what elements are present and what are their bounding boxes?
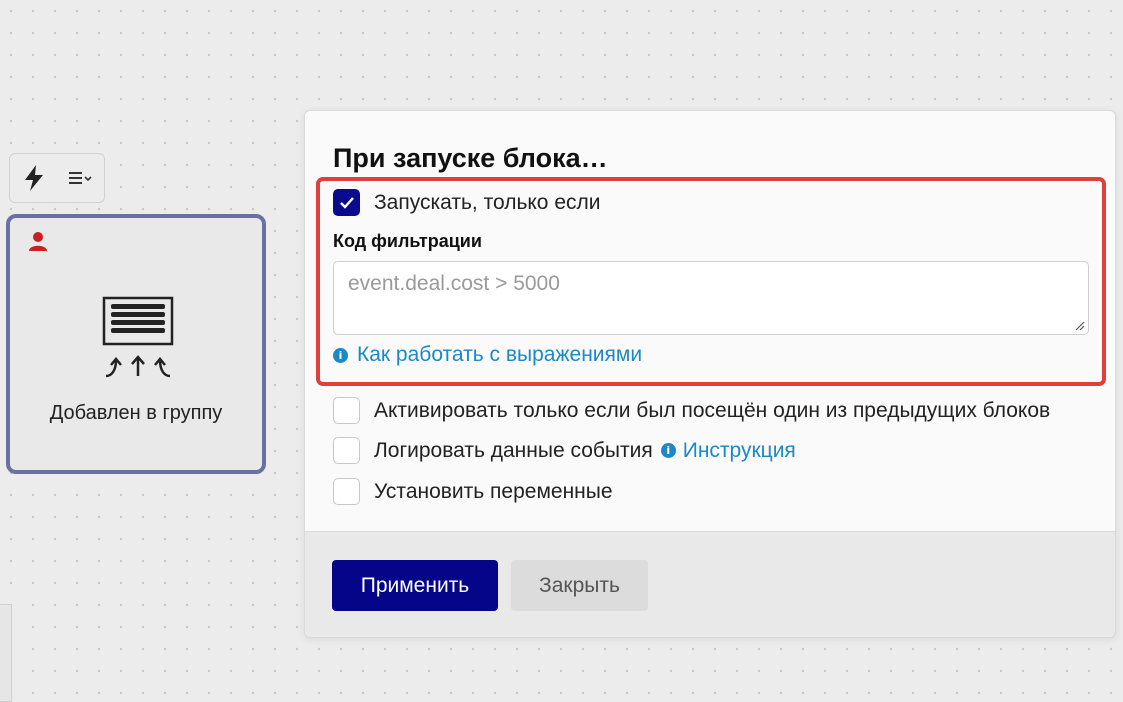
run-only-if-checkbox[interactable] [333,189,360,216]
expressions-help-label: Как работать с выражениями [357,343,643,366]
filter-code-input[interactable] [333,261,1089,335]
log-event-label: Логировать данные события [374,438,653,462]
apply-button[interactable]: Применить [332,560,498,611]
modal-title: При запуске блока… [333,143,608,173]
info-icon: i [333,347,348,363]
set-variables-checkbox[interactable] [333,478,360,505]
activate-if-visited-label: Активировать только если был посещён оди… [374,398,1051,422]
block-label: Добавлен в группу [49,402,223,424]
block-toolbar [9,153,105,203]
resize-handle-icon[interactable] [1073,319,1085,331]
run-only-if-option[interactable]: Запускать, только если [333,189,601,216]
activate-if-visited-option[interactable]: Активировать только если был посещён оди… [333,397,1050,424]
set-variables-label: Установить переменные [374,479,613,503]
block-settings-modal: При запуске блока… Запускать, только есл… [304,110,1116,638]
list-dropdown-icon [68,172,92,184]
info-icon: i [660,443,676,458]
filter-code-label: Код фильтрации [333,231,482,251]
activate-if-visited-checkbox[interactable] [333,397,360,424]
log-event-option[interactable]: Логировать данные события i Инструкция [333,437,796,464]
modal-footer: Применить Закрыть [305,531,1115,637]
set-variables-option[interactable]: Установить переменные [333,478,613,505]
run-only-if-label: Запускать, только если [374,190,601,214]
close-button[interactable]: Закрыть [511,560,648,611]
side-panel-edge [0,604,12,702]
expressions-help-link[interactable]: i Как работать с выражениями [333,343,642,367]
lightning-icon [24,165,43,191]
log-event-checkbox[interactable] [333,437,360,464]
instruction-link[interactable]: Инструкция [683,439,796,463]
block-menu-button[interactable] [57,154,104,202]
checkmark-icon [339,196,354,209]
user-icon [29,232,47,251]
group-stack-icon [102,296,174,378]
trigger-block[interactable]: Добавлен в группу [6,214,266,474]
trigger-button[interactable] [10,154,57,202]
